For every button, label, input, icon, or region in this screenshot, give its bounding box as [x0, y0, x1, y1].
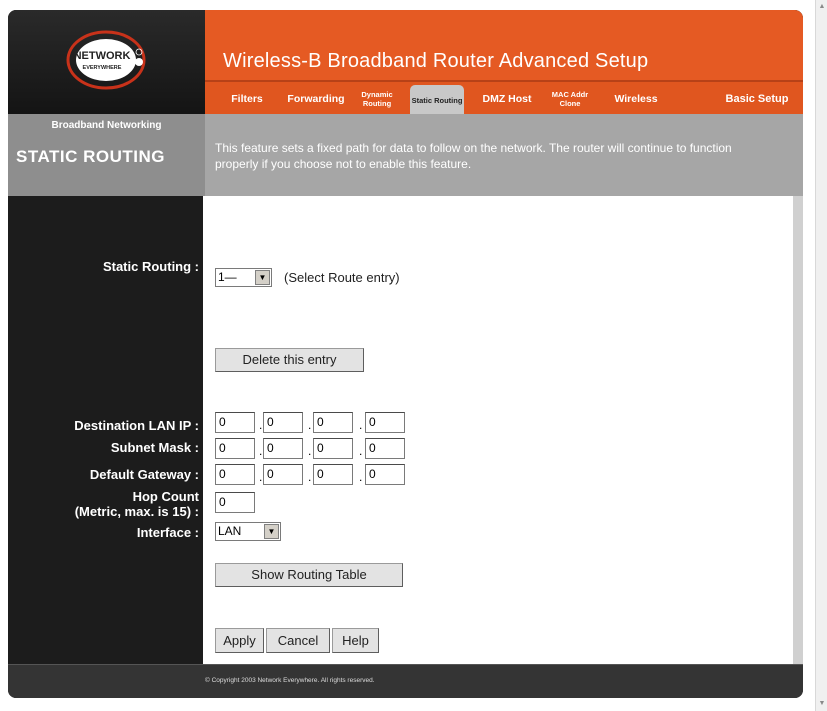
cancel-button[interactable]: Cancel [266, 628, 330, 653]
help-button[interactable]: Help [332, 628, 379, 653]
router-setup-frame: NETWORK EVERYWHERE Wireless-B Broadband … [8, 10, 803, 698]
interface-label: Interface : [136, 525, 199, 540]
subnet-octet-4[interactable]: 0 [365, 438, 405, 459]
scroll-up-icon[interactable]: ▲ [817, 2, 827, 12]
logo-text-bottom: EVERYWHERE [83, 65, 122, 71]
tab-static-routing[interactable]: Static Routing [410, 85, 464, 116]
tab-basic-setup[interactable]: Basic Setup [717, 82, 797, 116]
tab-mac-addr-clone[interactable]: MAC Addr Clone [545, 82, 595, 116]
static-routing-label: Static Routing : [102, 259, 199, 274]
chevron-down-icon[interactable]: ▼ [264, 524, 279, 539]
tab-filters[interactable]: Filters [225, 82, 269, 116]
hop-count-metric-label: (Metric, max. is 15) : [74, 504, 199, 519]
section-band: Broadband Networking STATIC ROUTING This… [8, 114, 803, 196]
form-content: 1— ▼ (Select Route entry) Delete this en… [203, 196, 793, 664]
route-entry-select[interactable]: 1— ▼ [215, 268, 272, 287]
dest-ip-octet-1[interactable]: 0 [215, 412, 255, 433]
tab-bar: Filters Forwarding Dynamic Routing Stati… [205, 80, 803, 116]
section-description: This feature sets a fixed path for data … [215, 141, 732, 171]
dest-ip-dot: . [308, 418, 312, 432]
subnet-dot: . [308, 444, 312, 458]
gateway-dot: . [308, 470, 312, 484]
header-banner: Wireless-B Broadband Router Advanced Set… [205, 10, 803, 116]
show-routing-table-button[interactable]: Show Routing Table [215, 563, 403, 587]
apply-button[interactable]: Apply [215, 628, 264, 653]
tab-wireless[interactable]: Wireless [611, 82, 661, 116]
gateway-octet-4[interactable]: 0 [365, 464, 405, 485]
gateway-dot: . [259, 470, 263, 484]
interface-select[interactable]: LAN ▼ [215, 522, 281, 541]
tab-forwarding[interactable]: Forwarding [285, 82, 347, 116]
subnet-octet-2[interactable]: 0 [263, 438, 303, 459]
dest-ip-dot: . [359, 418, 363, 432]
dest-ip-octet-3[interactable]: 0 [313, 412, 353, 433]
route-entry-hint: (Select Route entry) [284, 270, 400, 285]
scroll-down-icon[interactable]: ▼ [817, 699, 827, 709]
section-title: STATIC ROUTING [16, 147, 165, 166]
subnet-mask-label: Subnet Mask : [110, 440, 199, 455]
dest-ip-octet-4[interactable]: 0 [365, 412, 405, 433]
hop-count-label: Hop Count [132, 489, 199, 504]
tab-dynamic-routing[interactable]: Dynamic Routing [355, 82, 399, 116]
chevron-down-icon[interactable]: ▼ [255, 270, 270, 285]
page-scrollbar[interactable]: ▲ ▼ [815, 0, 827, 711]
subnet-dot: . [259, 444, 263, 458]
gateway-octet-3[interactable]: 0 [313, 464, 353, 485]
subnet-octet-1[interactable]: 0 [215, 438, 255, 459]
logo-text-top: NETWORK [74, 50, 131, 62]
section-band-left: Broadband Networking STATIC ROUTING [8, 114, 205, 196]
subnet-octet-3[interactable]: 0 [313, 438, 353, 459]
header-logo-area: NETWORK EVERYWHERE [8, 10, 205, 114]
label-column: Static Routing : Destination LAN IP : Su… [8, 196, 203, 664]
copyright-text: © Copyright 2003 Network Everywhere. All… [205, 677, 375, 684]
default-gateway-label: Default Gateway : [89, 467, 199, 482]
delete-entry-button[interactable]: Delete this entry [215, 348, 364, 372]
dest-ip-octet-2[interactable]: 0 [263, 412, 303, 433]
gateway-octet-1[interactable]: 0 [215, 464, 255, 485]
footer: © Copyright 2003 Network Everywhere. All… [8, 664, 803, 698]
dest-ip-dot: . [259, 418, 263, 432]
destination-lan-ip-label: Destination LAN IP : [74, 418, 199, 433]
gateway-dot: . [359, 470, 363, 484]
gateway-octet-2[interactable]: 0 [263, 464, 303, 485]
content-right-border [793, 196, 803, 664]
section-subtitle: Broadband Networking [51, 120, 162, 131]
hop-count-input[interactable]: 0 [215, 492, 255, 513]
page-title: Wireless-B Broadband Router Advanced Set… [223, 50, 649, 72]
route-entry-value: 1— [218, 270, 237, 284]
interface-value: LAN [218, 524, 242, 538]
network-everywhere-logo: NETWORK EVERYWHERE [66, 30, 146, 90]
subnet-dot: . [359, 444, 363, 458]
tab-dmz-host[interactable]: DMZ Host [481, 82, 533, 116]
